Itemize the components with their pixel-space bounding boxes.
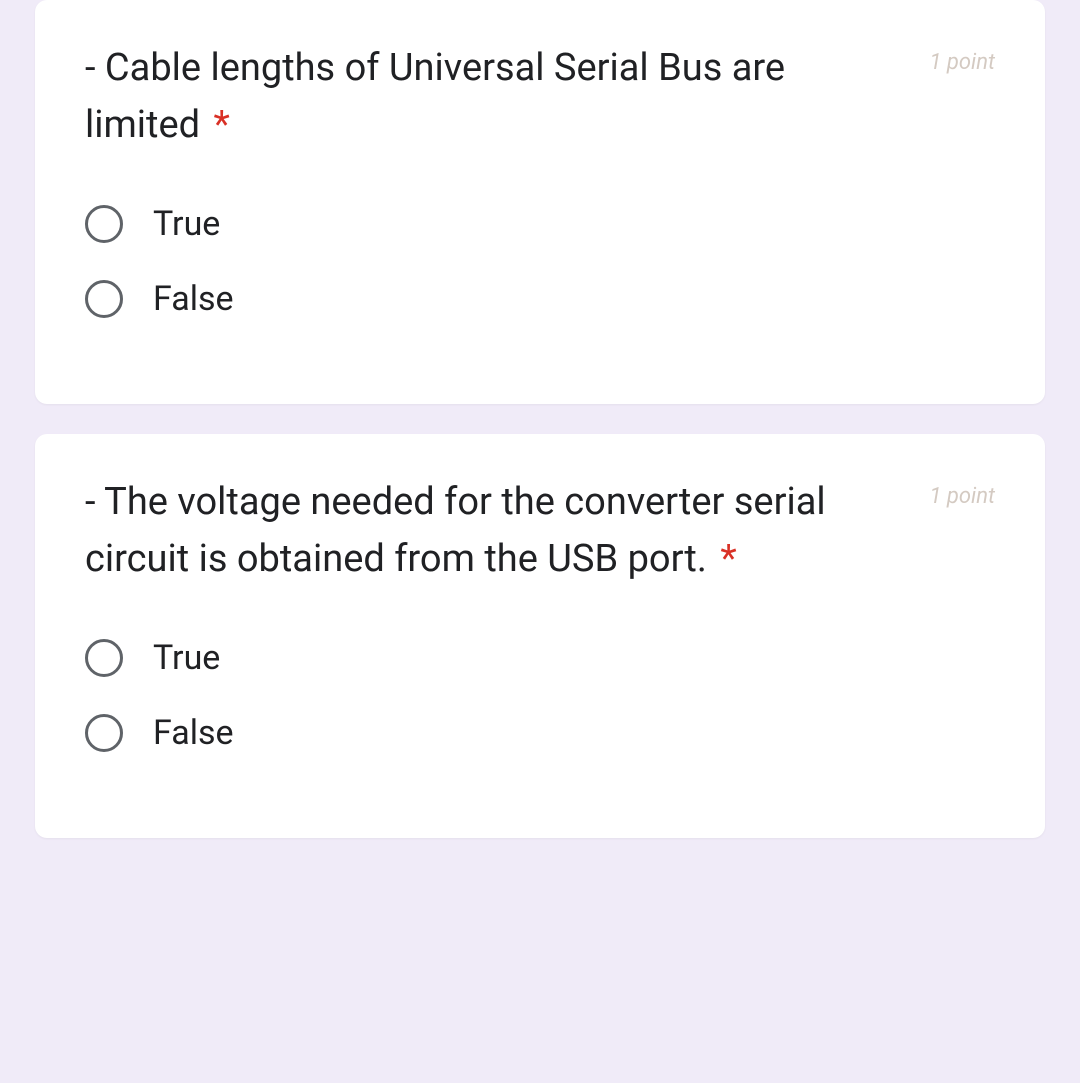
points-label: 1 point bbox=[929, 484, 995, 509]
required-asterisk-icon: * bbox=[720, 537, 736, 581]
radio-label: True bbox=[153, 204, 220, 244]
radio-option-false[interactable]: False bbox=[85, 713, 995, 753]
question-text: - The voltage needed for the converter s… bbox=[85, 474, 929, 588]
required-asterisk-icon: * bbox=[214, 103, 230, 147]
question-text: - Cable lengths of Universal Serial Bus … bbox=[85, 40, 929, 154]
question-prompt: - The voltage needed for the converter s… bbox=[85, 480, 826, 581]
radio-circle-icon bbox=[85, 714, 123, 752]
question-card-1: - Cable lengths of Universal Serial Bus … bbox=[35, 0, 1045, 404]
radio-label: True bbox=[153, 638, 220, 678]
radio-circle-icon bbox=[85, 639, 123, 677]
question-card-2: - The voltage needed for the converter s… bbox=[35, 434, 1045, 838]
question-header: - Cable lengths of Universal Serial Bus … bbox=[85, 40, 995, 154]
radio-option-true[interactable]: True bbox=[85, 204, 995, 244]
radio-circle-icon bbox=[85, 280, 123, 318]
question-header: - The voltage needed for the converter s… bbox=[85, 474, 995, 588]
radio-label: False bbox=[153, 279, 234, 319]
question-prompt: - Cable lengths of Universal Serial Bus … bbox=[85, 46, 785, 147]
radio-option-true[interactable]: True bbox=[85, 638, 995, 678]
radio-circle-icon bbox=[85, 205, 123, 243]
points-label: 1 point bbox=[929, 50, 995, 75]
radio-label: False bbox=[153, 713, 234, 753]
radio-option-false[interactable]: False bbox=[85, 279, 995, 319]
